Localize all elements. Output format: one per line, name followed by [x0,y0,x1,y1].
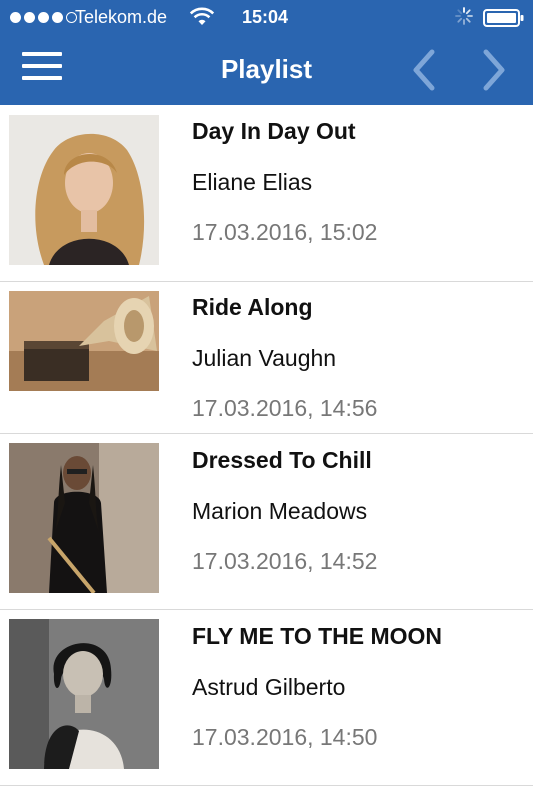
playlist-item[interactable]: Dressed To Chill Marion Meadows 17.03.20… [0,434,533,610]
wifi-icon [189,7,215,32]
album-cover-image [9,291,159,391]
played-timestamp: 17.03.2016, 14:50 [192,724,378,750]
next-button[interactable] [474,48,514,92]
song-title: FLY ME TO THE MOON [192,623,443,649]
album-cover-image [9,443,159,593]
artist-name: Julian Vaughn [192,345,337,371]
album-cover-image [9,619,159,769]
playlist-item[interactable]: FLY ME TO THE MOON Astrud Gilberto 17.03… [0,610,533,786]
page-title: Playlist [220,54,313,84]
album-cover-image [9,115,159,265]
app-header: Telekom.de 15:04 Playlist [0,0,533,105]
played-timestamp: 17.03.2016, 15:02 [192,219,378,245]
artist-name: Eliane Elias [192,169,313,195]
played-timestamp: 17.03.2016, 14:56 [192,395,378,421]
activity-spinner-icon [455,7,473,30]
carrier-name: Telekom.de [75,7,168,27]
song-title: Dressed To Chill [192,447,372,473]
artist-name: Marion Meadows [192,498,368,524]
artist-name: Astrud Gilberto [192,674,346,700]
status-bar: Telekom.de 15:04 [0,0,533,34]
played-timestamp: 17.03.2016, 14:52 [192,548,378,574]
navigation-bar: Playlist [0,34,533,105]
signal-strength-icon [10,12,77,23]
battery-icon [483,8,525,33]
chevron-right-icon [483,49,505,91]
status-time: 15:04 [242,7,289,27]
playlist-item[interactable]: Ride Along Julian Vaughn 17.03.2016, 14:… [0,282,533,434]
song-title: Ride Along [192,294,313,320]
playlist-item[interactable]: Day In Day Out Eliane Elias 17.03.2016, … [0,105,533,282]
previous-button[interactable] [404,48,444,92]
song-title: Day In Day Out [192,118,356,144]
chevron-left-icon [413,49,435,91]
